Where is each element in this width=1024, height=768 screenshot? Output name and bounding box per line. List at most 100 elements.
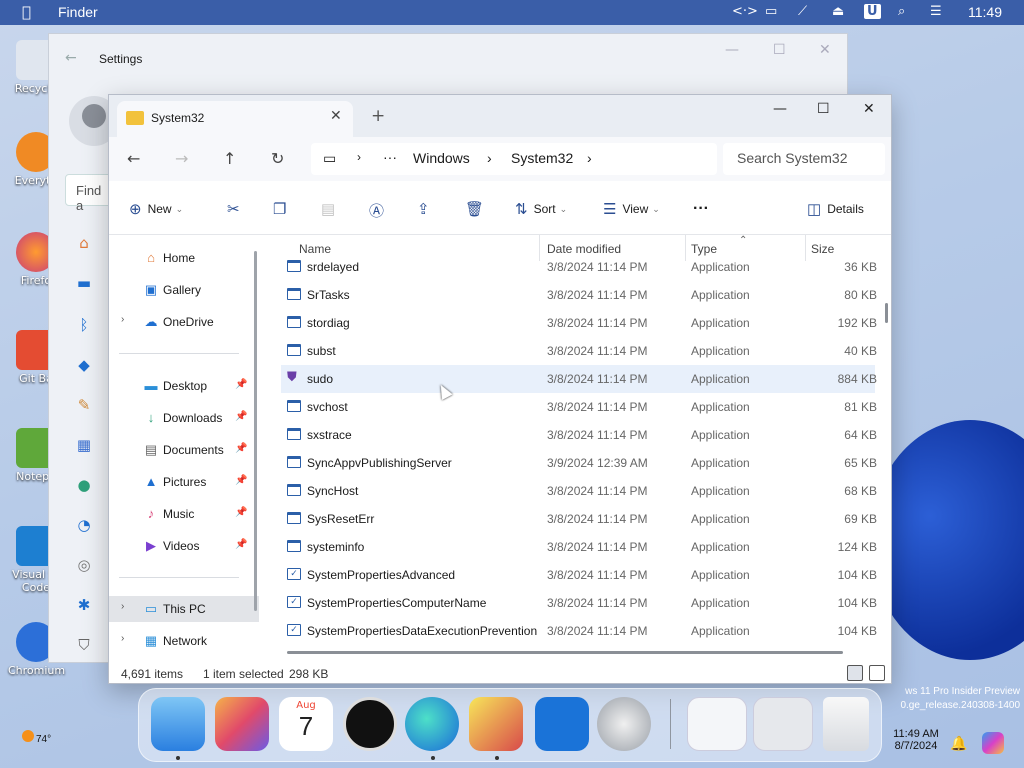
pin-icon[interactable]: 📌 (235, 379, 247, 390)
code-icon[interactable]: <·> (732, 4, 758, 19)
finder-icon[interactable] (151, 697, 205, 751)
pin-icon[interactable]: 📌 (235, 507, 247, 518)
copilot-icon[interactable] (982, 732, 1004, 754)
share-button[interactable]: ⇪ (417, 200, 436, 218)
search-input[interactable]: Search System32 (723, 143, 885, 175)
tiles-view-button[interactable] (869, 665, 885, 681)
table-row[interactable]: SyncHost 3/8/2024 11:14 PM Application 68 K… (281, 477, 877, 505)
window-thumbnail-settings[interactable] (753, 697, 813, 751)
eject-icon[interactable]: ⏏ (832, 4, 844, 19)
minimize-icon[interactable]: — (725, 42, 739, 58)
nav-scrollbar[interactable] (254, 251, 257, 611)
nav-this-pc[interactable]: › ▭ This PC (109, 596, 259, 622)
nav-videos[interactable]: ▶ Videos 📌 (109, 533, 259, 559)
table-row[interactable]: ✓ SystemPropertiesComputerName 3/8/2024 11… (281, 589, 877, 617)
nav-desktop[interactable]: ▬ Desktop 📌 (109, 373, 259, 399)
maximize-button[interactable]: ☐ (817, 101, 830, 117)
new-tab-button[interactable]: + (371, 106, 385, 126)
table-row[interactable]: SyncAppvPublishingServer 3/9/2024 12:39 A… (281, 449, 877, 477)
table-row[interactable]: systeminfo 3/8/2024 11:14 PM Application 12… (281, 533, 877, 561)
tab-system32[interactable]: System32 ✕ (117, 101, 353, 137)
pin-icon[interactable]: 📌 (235, 443, 247, 454)
up-button[interactable]: ↑ (223, 149, 236, 168)
user-u-icon[interactable]: U (864, 4, 881, 19)
edge-icon[interactable] (405, 697, 459, 751)
privacy-icon[interactable]: ⛉ (73, 636, 95, 658)
chevron-right-icon[interactable]: › (587, 150, 592, 166)
home-icon[interactable]: ⌂ (73, 234, 95, 256)
table-row[interactable]: srdelayed 3/8/2024 11:14 PM Application 36 … (281, 253, 877, 281)
back-button[interactable]: ← (127, 149, 140, 168)
table-row[interactable]: SrTasks 3/8/2024 11:14 PM Application 80 KB (281, 281, 877, 309)
this-pc-icon[interactable]: ▭ (323, 150, 336, 167)
sort-button[interactable]: ⇅ Sort ⌄ (515, 200, 567, 218)
rename-button[interactable]: Ⓐ (369, 200, 390, 221)
notification-bell-icon[interactable]: 🔔 (950, 736, 967, 752)
horizontal-scrollbar[interactable] (287, 651, 843, 654)
speaker-icon[interactable] (597, 697, 651, 751)
forward-button[interactable]: → (175, 149, 188, 168)
bluetooth-icon[interactable]: ᛒ (73, 316, 95, 338)
clock-icon[interactable] (343, 697, 397, 751)
maximize-icon[interactable]: ☐ (773, 42, 786, 58)
control-center-icon[interactable]: ☰ (930, 4, 942, 19)
apple-icon[interactable]:  (22, 3, 31, 21)
nav-home[interactable]: ⌂ Home (109, 245, 259, 271)
close-icon[interactable]: ✕ (819, 42, 831, 58)
calendar-icon[interactable]: Aug 7 (279, 697, 333, 751)
nav-music[interactable]: ♪ Music 📌 (109, 501, 259, 527)
breadcrumb-system32[interactable]: System32 (511, 150, 573, 166)
accounts-icon[interactable]: ● (73, 476, 95, 498)
new-button[interactable]: ⊕ New ⌄ (129, 200, 183, 218)
breadcrumb[interactable]: ▭ › ··· Windows › System32 › (311, 143, 717, 175)
table-row[interactable]: subst 3/8/2024 11:14 PM Application 40 KB (281, 337, 877, 365)
table-row[interactable]: stordiag 3/8/2024 11:14 PM Application 192 … (281, 309, 877, 337)
menubar-clock[interactable]: 11:49 (968, 4, 1002, 20)
details-view-button[interactable] (847, 665, 863, 681)
refresh-button[interactable]: ↻ (271, 149, 284, 168)
chevron-right-icon[interactable]: › (121, 633, 124, 644)
active-app-name[interactable]: Finder (58, 4, 98, 20)
time-language-icon[interactable]: ◔ (73, 516, 95, 538)
breadcrumb-windows[interactable]: Windows (413, 150, 470, 166)
more-crumbs-icon[interactable]: ··· (383, 149, 397, 165)
nav-network[interactable]: › ▦ Network (109, 628, 259, 654)
window-thumbnail-explorer[interactable] (687, 697, 747, 751)
copy-button[interactable]: ❐ (273, 200, 292, 218)
launchpad-icon[interactable] (215, 697, 269, 751)
back-arrow-icon[interactable]: ← (65, 50, 77, 66)
nav-gallery[interactable]: ▣ Gallery (109, 277, 259, 303)
minimize-button[interactable]: — (773, 101, 787, 117)
system-icon[interactable]: ▬ (73, 274, 95, 296)
weather-widget[interactable]: 74° (22, 730, 51, 745)
scrollbar-thumb[interactable] (885, 303, 888, 323)
pixel-hand-icon[interactable] (469, 697, 523, 751)
nav-downloads[interactable]: ↓ Downloads 📌 (109, 405, 259, 431)
nav-documents[interactable]: ▤ Documents 📌 (109, 437, 259, 463)
table-row[interactable]: SysResetErr 3/8/2024 11:14 PM Application 6… (281, 505, 877, 533)
table-row[interactable]: sxstrace 3/8/2024 11:14 PM Application 64 K… (281, 421, 877, 449)
view-button[interactable]: ☰ View ⌄ (603, 200, 660, 218)
chevron-right-icon[interactable]: › (121, 601, 124, 612)
nav-pictures[interactable]: ▲ Pictures 📌 (109, 469, 259, 495)
nav-onedrive[interactable]: › ☁ OneDrive (109, 309, 259, 335)
accessibility-icon[interactable]: ✱ (73, 596, 95, 618)
table-row[interactable]: ✓ SystemPropertiesAdvanced 3/8/2024 11:14 … (281, 561, 877, 589)
list-scrollbar[interactable] (883, 235, 891, 645)
chevron-right-icon[interactable]: › (121, 314, 124, 325)
search-icon[interactable]: ⌕ (898, 4, 905, 19)
cut-button[interactable]: ✂ (227, 200, 246, 218)
microsoft-store-icon[interactable] (535, 697, 589, 751)
paste-button[interactable]: ▤ (321, 200, 341, 218)
table-row[interactable]: ⛊ sudo 3/8/2024 11:14 PM Application 884 KB (281, 365, 877, 393)
monitor-icon[interactable]: ▭ (765, 4, 777, 19)
no-wifi-icon[interactable]: ⟋ (798, 4, 807, 19)
more-options-button[interactable]: ··· (693, 200, 709, 218)
delete-button[interactable]: 🗑 (465, 200, 490, 218)
pin-icon[interactable]: 📌 (235, 475, 247, 486)
close-button[interactable]: ✕ (863, 101, 875, 117)
table-row[interactable]: ✓ SystemPropertiesDataExecutionPrevention… (281, 617, 877, 645)
tab-close-icon[interactable]: ✕ (330, 108, 342, 124)
apps-icon[interactable]: ▦ (73, 436, 95, 458)
table-row[interactable]: svchost 3/8/2024 11:14 PM Application 81 KB (281, 393, 877, 421)
